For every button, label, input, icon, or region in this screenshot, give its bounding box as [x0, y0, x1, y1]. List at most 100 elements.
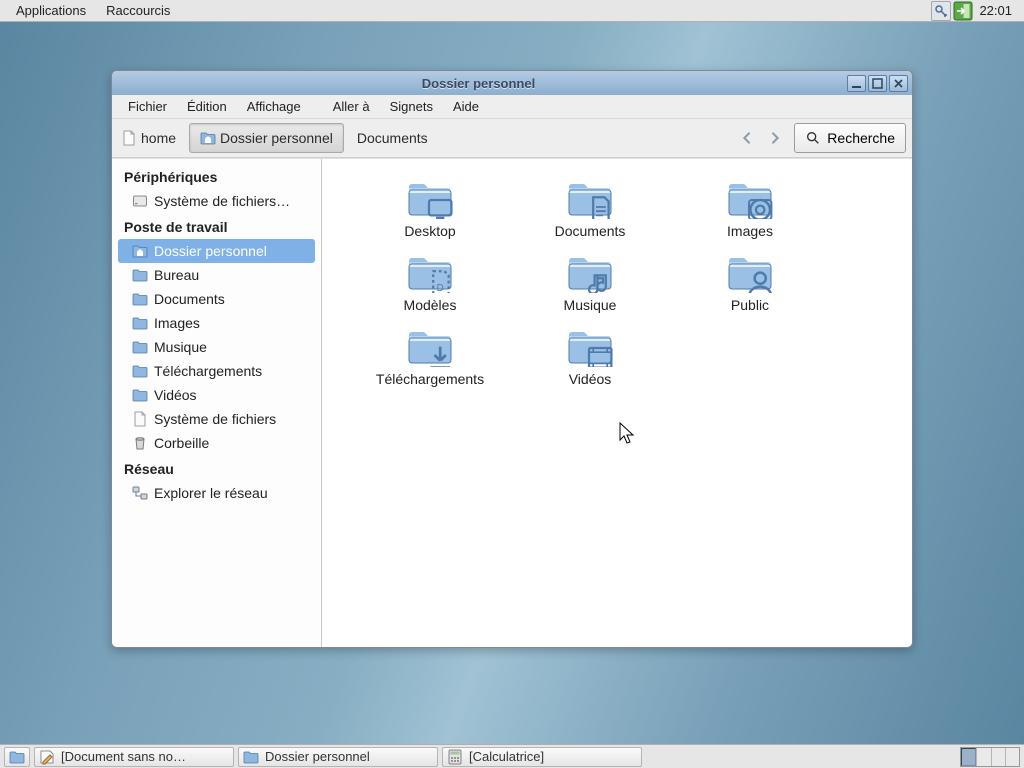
- mouse-cursor-icon: [619, 422, 637, 446]
- sidebar-item[interactable]: Musique: [112, 335, 321, 359]
- sidebar-item[interactable]: Bureau: [112, 263, 321, 287]
- maximize-button[interactable]: [868, 75, 887, 92]
- folder-item[interactable]: Téléchargements: [350, 325, 510, 387]
- task-document[interactable]: [Document sans no…: [34, 747, 234, 767]
- sidebar-item[interactable]: Système de fichiers…: [112, 189, 321, 213]
- folder-item[interactable]: Images: [670, 177, 830, 239]
- sidebar-group-title: Poste de travail: [112, 213, 321, 239]
- path-home-label: home: [141, 130, 176, 146]
- search-icon: [805, 130, 821, 146]
- titlebar[interactable]: Dossier personnel: [112, 71, 912, 95]
- sidebar-item-label: Téléchargements: [154, 363, 262, 379]
- sidebar-item[interactable]: Corbeille: [112, 431, 321, 455]
- menu-aide[interactable]: Aide: [443, 96, 489, 117]
- logout-icon[interactable]: [953, 1, 973, 21]
- sidebar-item[interactable]: Explorer le réseau: [112, 481, 321, 505]
- desktop-icon: [9, 749, 25, 765]
- sidebar-item[interactable]: Dossier personnel: [118, 239, 315, 263]
- task-calculatrice[interactable]: [Calculatrice]: [442, 747, 642, 767]
- home-icon: [132, 243, 148, 259]
- minimize-button[interactable]: [847, 75, 866, 92]
- nav-back-icon[interactable]: [736, 127, 758, 149]
- panel-menu-shortcuts[interactable]: Raccourcis: [96, 1, 180, 20]
- folder-icon: [726, 177, 774, 219]
- search-button[interactable]: Recherche: [794, 123, 906, 153]
- folder-label: Images: [727, 223, 773, 239]
- sidebar: Périphériques Système de fichiers… Poste d…: [112, 159, 322, 647]
- show-desktop-button[interactable]: [4, 747, 30, 767]
- folder-item[interactable]: Desktop: [350, 177, 510, 239]
- sidebar-item-label: Documents: [154, 291, 225, 307]
- folder-icon: [566, 325, 614, 367]
- folder-icon: [243, 749, 259, 765]
- workspace-4[interactable]: [1005, 748, 1019, 766]
- sidebar-item[interactable]: Documents: [112, 287, 321, 311]
- folder-icon: [132, 267, 148, 283]
- sidebar-item-label: Système de fichiers…: [154, 193, 290, 209]
- folder-label: Desktop: [404, 223, 455, 239]
- text-editor-icon: [39, 749, 55, 765]
- window-title: Dossier personnel: [112, 76, 845, 91]
- menu-aller-a[interactable]: Aller à: [323, 96, 380, 117]
- folder-item[interactable]: Modèles: [350, 251, 510, 313]
- folder-icon: [406, 177, 454, 219]
- search-label: Recherche: [827, 130, 895, 146]
- nav-forward-icon[interactable]: [764, 127, 786, 149]
- sidebar-item-label: Vidéos: [154, 387, 197, 403]
- folder-icon: [132, 387, 148, 403]
- menu-affichage[interactable]: Affichage: [237, 96, 311, 117]
- folder-icon: [566, 177, 614, 219]
- workspace-pager[interactable]: [960, 747, 1020, 767]
- folder-icon: [406, 251, 454, 293]
- folder-item[interactable]: Public: [670, 251, 830, 313]
- sidebar-item-label: Système de fichiers: [154, 411, 276, 427]
- close-button[interactable]: [889, 75, 908, 92]
- calculator-icon: [447, 749, 463, 765]
- path-dossier-personnel[interactable]: Dossier personnel: [189, 123, 344, 153]
- network-icon: [132, 485, 148, 501]
- file-icon: [132, 411, 148, 427]
- sidebar-item[interactable]: Téléchargements: [112, 359, 321, 383]
- trash-icon: [132, 435, 148, 451]
- workspace-3[interactable]: [991, 748, 1005, 766]
- task-document-label: [Document sans no…: [61, 749, 186, 764]
- folder-icon: [132, 339, 148, 355]
- menu-edition[interactable]: Édition: [177, 96, 237, 117]
- sidebar-item-label: Dossier personnel: [154, 243, 267, 259]
- sidebar-item[interactable]: Images: [112, 311, 321, 335]
- sidebar-item[interactable]: Vidéos: [112, 383, 321, 407]
- folder-label: Vidéos: [569, 371, 612, 387]
- sidebar-item-label: Explorer le réseau: [154, 485, 268, 501]
- folder-label: Musique: [564, 297, 617, 313]
- sidebar-group-title: Périphériques: [112, 163, 321, 189]
- workspace-2[interactable]: [976, 748, 990, 766]
- panel-menu-applications[interactable]: Applications: [6, 1, 96, 20]
- path-documents[interactable]: Documents: [346, 123, 439, 153]
- menubar: Fichier Édition Affichage Aller à Signet…: [112, 95, 912, 119]
- folder-item[interactable]: Musique: [510, 251, 670, 313]
- folder-item[interactable]: Documents: [510, 177, 670, 239]
- sidebar-item-label: Bureau: [154, 267, 199, 283]
- task-dossier-personnel[interactable]: Dossier personnel: [238, 747, 438, 767]
- menu-signets[interactable]: Signets: [380, 96, 443, 117]
- folder-view[interactable]: Desktop Documents Images Modèles Musique…: [322, 159, 912, 647]
- sidebar-item-label: Corbeille: [154, 435, 209, 451]
- folder-label: Public: [731, 297, 769, 313]
- folder-label: Documents: [555, 223, 626, 239]
- sidebar-item[interactable]: Système de fichiers: [112, 407, 321, 431]
- file-manager-window: Dossier personnel Fichier Édition Affich…: [111, 70, 913, 648]
- clock[interactable]: 22:01: [973, 3, 1018, 18]
- home-folder-icon: [200, 130, 216, 146]
- location-bar: home Dossier personnel Documents Recherc…: [112, 119, 912, 158]
- keyring-icon[interactable]: [931, 1, 951, 21]
- workspace-1[interactable]: [961, 748, 976, 766]
- disk-icon: [132, 193, 148, 209]
- folder-icon: [726, 251, 774, 293]
- folder-icon: [132, 315, 148, 331]
- folder-item[interactable]: Vidéos: [510, 325, 670, 387]
- path-current-label: Dossier personnel: [220, 130, 333, 146]
- path-home[interactable]: home: [116, 123, 187, 153]
- menu-fichier[interactable]: Fichier: [118, 96, 177, 117]
- task-calc-label: [Calculatrice]: [469, 749, 544, 764]
- folder-label: Téléchargements: [376, 371, 484, 387]
